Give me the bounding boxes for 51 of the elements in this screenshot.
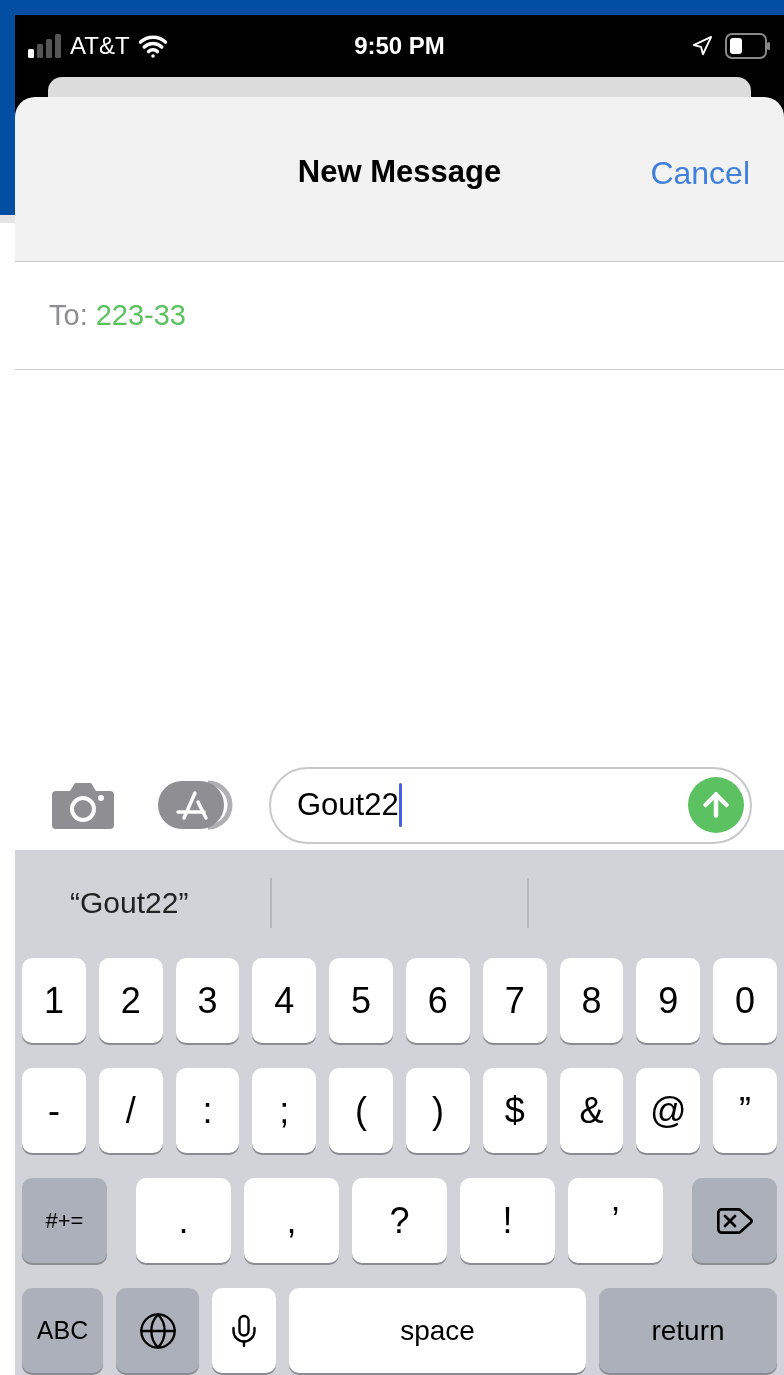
carrier-name: AT&T	[70, 31, 130, 61]
cancel-button[interactable]: Cancel	[650, 149, 750, 197]
key[interactable]: ?	[352, 1178, 447, 1263]
signal-icon	[28, 34, 62, 58]
key[interactable]: 8	[559, 958, 624, 1043]
clock: 9:50 PM	[354, 31, 445, 61]
key[interactable]: .	[136, 1178, 231, 1263]
key[interactable]: 4	[252, 958, 317, 1043]
key[interactable]: 5	[329, 958, 393, 1043]
symbols-key[interactable]: #+=	[22, 1178, 107, 1263]
key[interactable]: ”	[713, 1068, 777, 1153]
key[interactable]: ’	[568, 1178, 663, 1263]
recipient: 223-33	[95, 297, 186, 333]
key[interactable]: /	[98, 1068, 163, 1153]
key[interactable]: ;	[252, 1068, 317, 1153]
key[interactable]: @	[636, 1068, 701, 1153]
key[interactable]: (	[329, 1068, 393, 1153]
message-field[interactable]: Gout22	[269, 766, 752, 844]
location-arrow-icon	[691, 35, 713, 57]
key[interactable]: &	[559, 1068, 624, 1153]
key[interactable]: 2	[98, 958, 163, 1043]
app-store-button[interactable]	[158, 780, 234, 830]
key[interactable]: 0	[713, 958, 777, 1043]
key[interactable]: $	[482, 1068, 547, 1153]
key[interactable]: 1	[22, 958, 86, 1043]
key[interactable]: )	[406, 1068, 470, 1153]
key[interactable]: !	[460, 1178, 555, 1263]
space-key[interactable]: space	[289, 1288, 586, 1373]
battery-icon	[725, 33, 771, 59]
to-label: To:	[49, 297, 88, 333]
sheet-title: New Message	[297, 153, 502, 191]
return-key[interactable]: return	[599, 1288, 777, 1373]
suggestion[interactable]: “Gout22”	[70, 880, 189, 925]
delete-key[interactable]	[692, 1178, 777, 1263]
camera-icon	[52, 781, 114, 829]
key[interactable]: 3	[175, 958, 240, 1043]
abc-key[interactable]: ABC	[22, 1288, 103, 1373]
key[interactable]: 9	[636, 958, 701, 1043]
key[interactable]: -	[22, 1068, 86, 1153]
dictation-key[interactable]	[212, 1288, 276, 1373]
app-store-icon	[158, 780, 234, 830]
key[interactable]: 7	[482, 958, 547, 1043]
key[interactable]: :	[175, 1068, 240, 1153]
camera-button[interactable]	[52, 781, 114, 829]
globe-key[interactable]	[116, 1288, 199, 1373]
message-text: Gout22	[297, 785, 399, 824]
backdrop-strip	[0, 215, 15, 223]
globe-icon	[137, 1310, 178, 1351]
key[interactable]: 6	[406, 958, 470, 1043]
text-cursor	[398, 783, 402, 827]
key[interactable]: ,	[244, 1178, 339, 1263]
